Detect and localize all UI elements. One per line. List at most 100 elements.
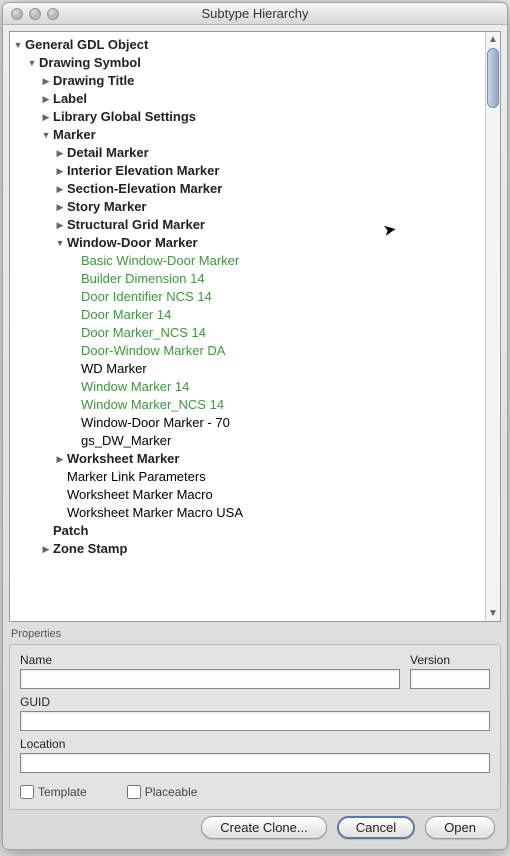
tree-item-label: Builder Dimension 14 [81,270,205,288]
tree-item-label: Window-Door Marker - 70 [81,414,230,432]
tree-row[interactable]: ▶Door-Window Marker DA [12,342,483,360]
create-clone-button[interactable]: Create Clone... [201,816,326,839]
dialog-footer: Create Clone... Cancel Open [3,810,507,849]
tree-row[interactable]: ▶Worksheet Marker Macro [12,486,483,504]
version-label: Version [410,653,490,667]
disclosure-right-icon[interactable]: ▶ [40,90,52,108]
tree-item-label: Story Marker [67,198,146,216]
template-checkbox[interactable] [20,785,34,799]
open-button[interactable]: Open [425,816,495,839]
disclosure-right-icon[interactable]: ▶ [40,72,52,90]
location-label: Location [20,737,490,751]
tree-row[interactable]: ▶Patch [12,522,483,540]
window-title: Subtype Hierarchy [3,6,507,21]
tree-row[interactable]: ▶Worksheet Marker [12,450,483,468]
tree-row[interactable]: ▶Zone Stamp [12,540,483,558]
disclosure-right-icon[interactable]: ▶ [54,144,66,162]
tree-row[interactable]: ▶Basic Window-Door Marker [12,252,483,270]
tree-row[interactable]: ▶Door Marker 14 [12,306,483,324]
tree-row[interactable]: ▶Structural Grid Marker [12,216,483,234]
tree-row[interactable]: ▶Window Marker_NCS 14 [12,396,483,414]
tree-item-label: Detail Marker [67,144,149,162]
window: Subtype Hierarchy ▼General GDL Object▼Dr… [2,2,508,850]
tree-row[interactable]: ▶Section-Elevation Marker [12,180,483,198]
tree-item-label: General GDL Object [25,36,148,54]
properties-panel: Name Version GUID Location Template Plac… [9,644,501,810]
tree-row[interactable]: ▶Builder Dimension 14 [12,270,483,288]
tree-item-label: Worksheet Marker Macro [67,486,213,504]
tree-item-label: Label [53,90,87,108]
tree-row[interactable]: ▶Interior Elevation Marker [12,162,483,180]
guid-field[interactable] [20,711,490,731]
disclosure-down-icon[interactable]: ▼ [12,36,24,54]
scroll-down-icon[interactable]: ▼ [486,606,500,621]
template-checkbox-label: Template [20,785,87,799]
tree-row[interactable]: ▶WD Marker [12,360,483,378]
disclosure-down-icon[interactable]: ▼ [40,126,52,144]
name-field[interactable] [20,669,400,689]
tree-panel: ▼General GDL Object▼Drawing Symbol▶Drawi… [9,31,501,622]
tree-row[interactable]: ▶Worksheet Marker Macro USA [12,504,483,522]
tree-item-label: Library Global Settings [53,108,196,126]
tree-row[interactable]: ▶Detail Marker [12,144,483,162]
tree-item-label: Zone Stamp [53,540,127,558]
tree-item-label: Marker Link Parameters [67,468,206,486]
tree-item-label: Door Marker_NCS 14 [81,324,206,342]
tree-item-label: Door Marker 14 [81,306,171,324]
disclosure-right-icon[interactable]: ▶ [54,216,66,234]
placeable-checkbox[interactable] [127,785,141,799]
disclosure-right-icon[interactable]: ▶ [40,108,52,126]
tree-row[interactable]: ▶Window-Door Marker - 70 [12,414,483,432]
tree-item-label: Section-Elevation Marker [67,180,222,198]
tree-item-label: Interior Elevation Marker [67,162,219,180]
disclosure-right-icon[interactable]: ▶ [54,450,66,468]
tree-row[interactable]: ▶gs_DW_Marker [12,432,483,450]
tree-item-label: Door Identifier NCS 14 [81,288,212,306]
tree-row[interactable]: ▶Drawing Title [12,72,483,90]
tree-row[interactable]: ▶Window Marker 14 [12,378,483,396]
disclosure-right-icon[interactable]: ▶ [40,540,52,558]
tree-row[interactable]: ▼Marker [12,126,483,144]
disclosure-right-icon[interactable]: ▶ [54,198,66,216]
tree-row[interactable]: ▶Marker Link Parameters [12,468,483,486]
disclosure-right-icon[interactable]: ▶ [54,180,66,198]
scroll-thumb[interactable] [487,48,499,108]
disclosure-down-icon[interactable]: ▼ [26,54,38,72]
tree-item-label: Basic Window-Door Marker [81,252,239,270]
tree-item-label: Door-Window Marker DA [81,342,225,360]
tree-row[interactable]: ▶Library Global Settings [12,108,483,126]
placeable-checkbox-label: Placeable [127,785,198,799]
properties-section-label: Properties [11,628,499,640]
tree-item-label: Patch [53,522,88,540]
disclosure-right-icon[interactable]: ▶ [54,162,66,180]
tree-item-label: Structural Grid Marker [67,216,205,234]
minimize-icon[interactable] [29,8,41,20]
tree-item-label: Window Marker_NCS 14 [81,396,224,414]
tree-row[interactable]: ▶Label [12,90,483,108]
tree-item-label: gs_DW_Marker [81,432,171,450]
cancel-button[interactable]: Cancel [337,816,415,839]
close-icon[interactable] [11,8,23,20]
tree-item-label: Window-Door Marker [67,234,198,252]
tree-row[interactable]: ▼General GDL Object [12,36,483,54]
tree-item-label: Worksheet Marker [67,450,179,468]
tree-item-label: Window Marker 14 [81,378,189,396]
name-label: Name [20,653,400,667]
vertical-scrollbar[interactable]: ▲ ▼ [485,32,500,621]
tree-item-label: Worksheet Marker Macro USA [67,504,243,522]
tree-row[interactable]: ▼Window-Door Marker [12,234,483,252]
disclosure-down-icon[interactable]: ▼ [54,234,66,252]
tree-item-label: Drawing Symbol [39,54,141,72]
tree-row[interactable]: ▶Door Marker_NCS 14 [12,324,483,342]
tree-row[interactable]: ▶Door Identifier NCS 14 [12,288,483,306]
zoom-icon[interactable] [47,8,59,20]
tree-row[interactable]: ▶Story Marker [12,198,483,216]
subtype-tree[interactable]: ▼General GDL Object▼Drawing Symbol▶Drawi… [10,32,485,621]
guid-label: GUID [20,695,490,709]
tree-item-label: WD Marker [81,360,147,378]
location-field[interactable] [20,753,490,773]
scroll-up-icon[interactable]: ▲ [486,32,500,47]
version-field[interactable] [410,669,490,689]
titlebar[interactable]: Subtype Hierarchy [3,3,507,25]
tree-row[interactable]: ▼Drawing Symbol [12,54,483,72]
